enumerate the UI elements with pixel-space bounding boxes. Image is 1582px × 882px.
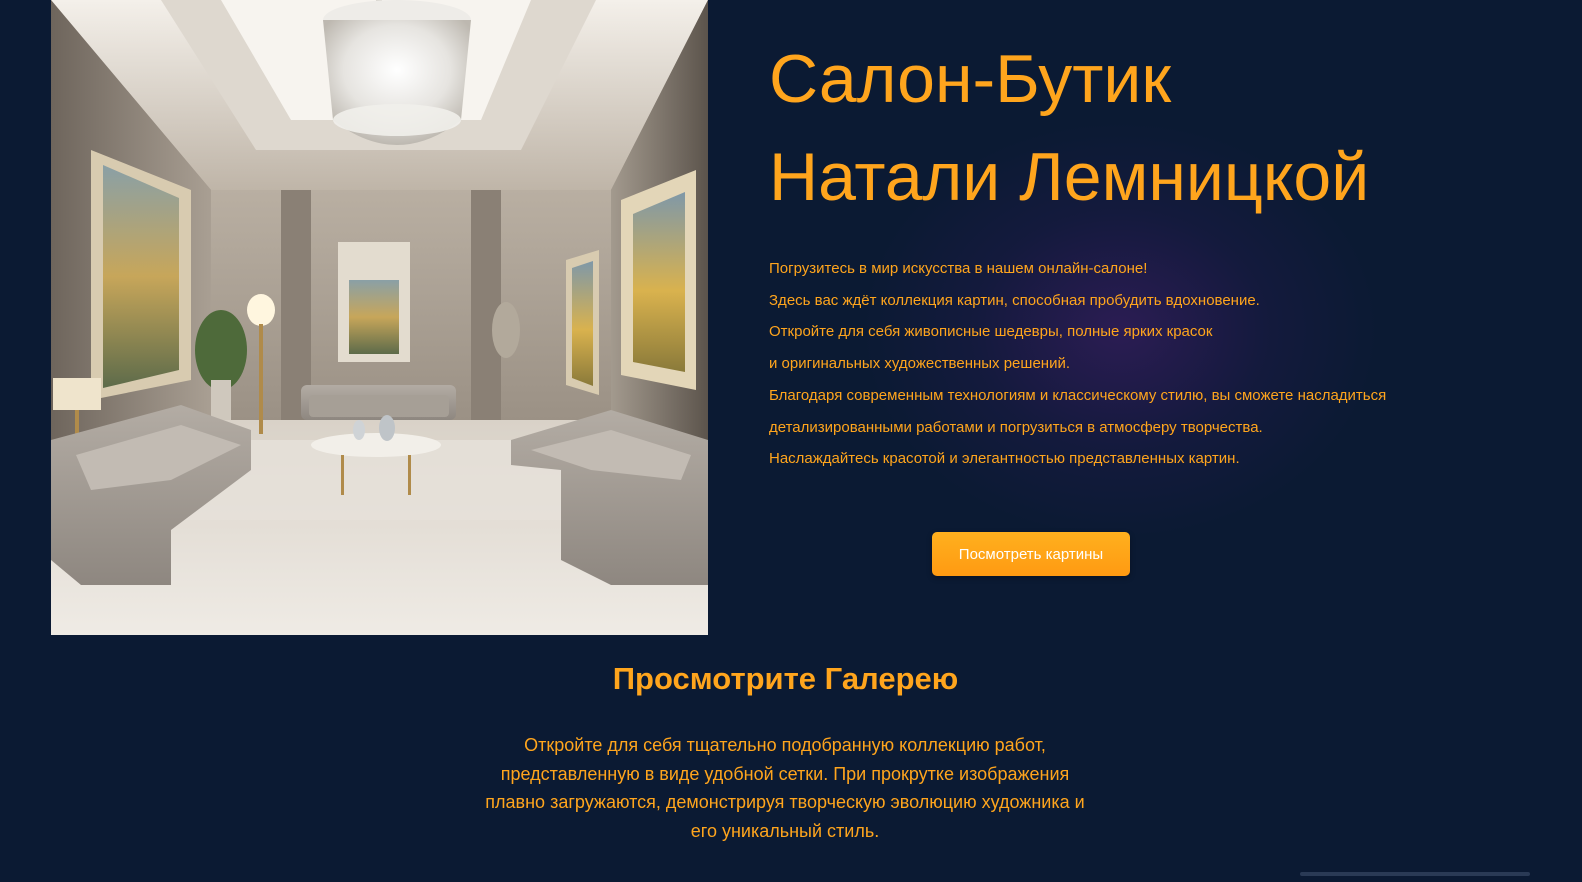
- hero-description-line: детализированными работами и погрузиться…: [769, 418, 1263, 436]
- gallery-description-line: его уникальный стиль.: [690, 821, 880, 842]
- hero-title-line: Салон-Бутик: [769, 41, 1172, 117]
- hero-description: Погрузитесь в мир искусства в нашем онла…: [769, 253, 1489, 475]
- hero-title: Салон-Бутик Натали Лемницкой: [769, 30, 1469, 226]
- view-paintings-button[interactable]: Посмотреть картины: [932, 532, 1130, 576]
- hero-description-line: и оригинальных художественных решений.: [769, 355, 1070, 373]
- gallery-preview-edge: [1300, 872, 1530, 876]
- gallery-description: Откройте для себя тщательно подобранную …: [435, 731, 1135, 846]
- gallery-description-line: представленную в виде удобной сетки. При…: [500, 763, 1070, 784]
- hero-description-line: Откройте для себя живописные шедевры, по…: [769, 323, 1213, 341]
- hero-description-line: Благодаря современным технологиям и клас…: [769, 386, 1387, 404]
- hero-description-line: Наслаждайтесь красотой и элегантностью п…: [769, 450, 1240, 468]
- hero-description-line: Здесь вас ждёт коллекция картин, способн…: [769, 291, 1260, 309]
- gallery-title: Просмотрите Галерею: [612, 661, 959, 696]
- hero-title-line: Натали Лемницкой: [769, 139, 1370, 215]
- gallery-description-line: Откройте для себя тщательно подобранную …: [524, 735, 1046, 755]
- gallery-description-line: плавно загружаются, демонстрируя творчес…: [485, 792, 1085, 813]
- hero-gallery-image: [51, 0, 708, 635]
- hero-description-line: Погрузитесь в мир искусства в нашем онла…: [769, 260, 1148, 277]
